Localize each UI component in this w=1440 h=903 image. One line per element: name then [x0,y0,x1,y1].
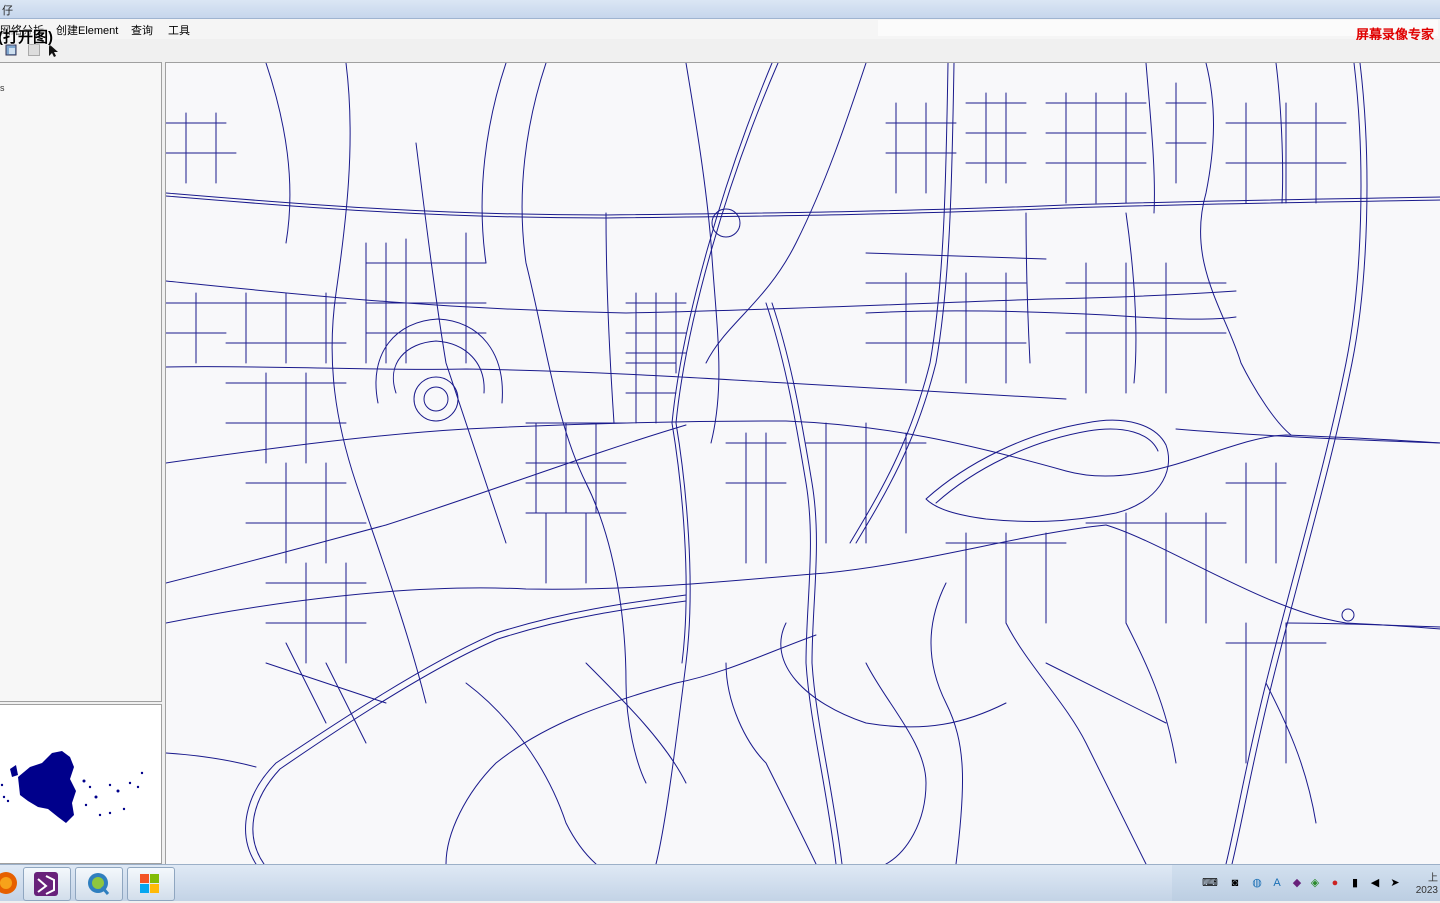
system-tray: ⌨ ◙ ◍ A ◆ ◈ ● ▮ ◀ ➤ 上 2023 [1172,865,1440,901]
clock-line1[interactable]: 上 [1428,869,1438,884]
menu-create-element[interactable]: 创建Element [56,22,118,38]
signal-icon[interactable]: ▮ [1348,876,1362,890]
text-a-icon[interactable]: A [1270,876,1284,890]
camera-icon[interactable]: ◙ [1228,876,1242,890]
layer-item[interactable]: s [0,83,5,93]
toolbar-strip [878,20,1438,36]
windows-explorer-task[interactable] [127,867,175,901]
map-view[interactable] [165,62,1440,864]
visual-studio-icon [34,872,58,896]
send-icon[interactable]: ➤ [1388,876,1402,890]
toolbar [0,40,1440,61]
overview-map-shape [0,751,144,823]
qgis-task[interactable] [75,867,123,901]
visual-studio-task[interactable] [23,867,71,901]
volume-icon[interactable]: ◀ [1368,876,1382,890]
clock-line2[interactable]: 2023 [1416,885,1438,896]
menu-tools[interactable]: 工具 [168,22,190,38]
window-title: 仔 [2,5,13,17]
browser-icon[interactable]: ◍ [1250,876,1264,890]
layer-panel: s [0,62,162,702]
qq-icon[interactable]: ● [1328,876,1342,890]
qgis-icon [88,873,110,895]
menu-query[interactable]: 查询 [131,22,153,38]
windows-explorer-icon [140,874,159,893]
overview-map[interactable] [0,704,162,864]
vs-tray-icon[interactable]: ◆ [1290,876,1304,890]
keyboard-icon[interactable]: ⌨ [1202,876,1218,890]
road-network [166,63,1440,864]
title-bar: 仔 [0,0,1440,19]
shield-icon[interactable]: ◈ [1308,876,1322,890]
taskbar: ⌨ ◙ ◍ A ◆ ◈ ● ▮ ◀ ➤ 上 2023 [0,864,1440,901]
overlay-label: (打开图) [0,29,53,46]
